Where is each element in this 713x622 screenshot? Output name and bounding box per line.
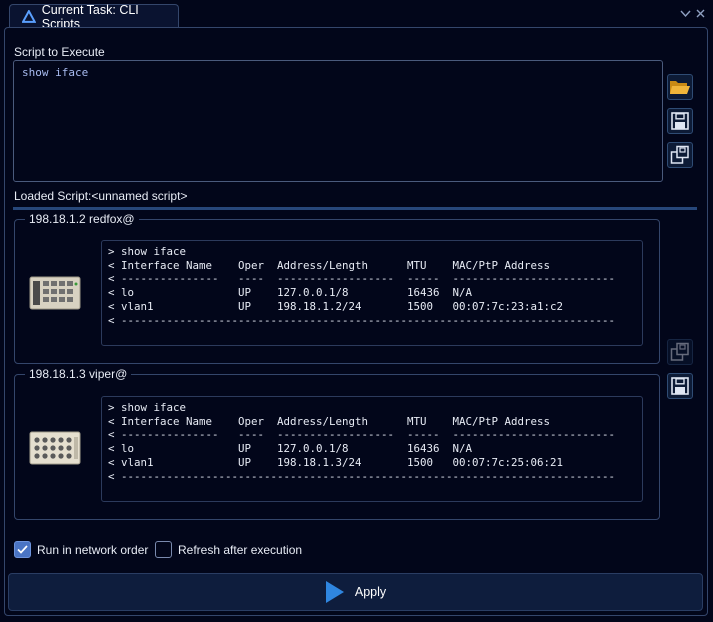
device-title: 198.18.1.2 redfox@ [25,212,139,226]
terminal-line: < --------------------------------------… [108,469,616,483]
save-as-output-button[interactable] [667,339,693,365]
terminal-line: < Interface Name Oper Address/Length MTU… [108,414,551,428]
run-in-order-checkbox[interactable] [14,541,31,558]
device-title: 198.18.1.3 viper@ [25,367,132,381]
save-output-button[interactable] [667,373,693,399]
switch-device-icon [29,431,81,465]
terminal-line: < Interface Name Oper Address/Length MTU… [108,258,551,272]
device-panel-viper: 198.18.1.3 viper@ > show iface < Interfa… [14,367,660,520]
terminal-line: < lo UP 127.0.0.1/8 16436 N/A [108,442,473,456]
terminal-line: > show iface [108,401,187,414]
refresh-after-checkbox[interactable] [155,541,172,558]
terminal-output: > show iface < Interface Name Oper Addre… [101,240,643,346]
refresh-after-option[interactable]: Refresh after execution [155,541,302,558]
app-logo-icon [22,9,36,23]
apply-label: Apply [354,585,387,599]
run-in-order-label[interactable]: Run in network order [37,543,148,557]
script-label: Script to Execute [14,45,105,59]
save-icon [671,112,689,130]
terminal-output: > show iface < Interface Name Oper Addre… [101,396,643,502]
terminal-line: < --------------- ---- -----------------… [108,428,616,442]
save-as-icon [670,145,689,164]
switch-device-icon [29,276,81,310]
refresh-after-label[interactable]: Refresh after execution [178,543,302,557]
section-divider [13,207,697,210]
terminal-line: > show iface [108,245,187,258]
terminal-line: < --------------- ---- -----------------… [108,272,616,286]
script-input[interactable] [13,60,663,182]
open-script-button[interactable] [667,74,693,100]
chevron-down-icon[interactable] [680,9,691,21]
play-icon [325,581,344,603]
save-script-button[interactable] [667,108,693,134]
loaded-script-info: Loaded Script:<unnamed script> [14,189,187,203]
tab-cli-scripts[interactable]: Current Task: CLI Scripts [9,3,179,31]
save-as-icon [670,342,689,361]
terminal-line: < lo UP 127.0.0.1/8 16436 N/A [108,286,473,300]
terminal-line: < vlan1 UP 198.18.1.3/24 1500 00:07:7c:2… [108,455,564,469]
terminal-line: < vlan1 UP 198.18.1.2/24 1500 00:07:7c:2… [108,299,564,313]
loaded-script-label: Loaded Script: [14,189,92,203]
apply-button[interactable]: Apply [8,573,703,611]
terminal-line: < --------------------------------------… [108,313,616,327]
save-as-script-button[interactable] [667,142,693,168]
run-in-order-option[interactable]: Run in network order [14,541,148,558]
device-panel-redfox: 198.18.1.2 redfox@ > show iface < Interf… [14,212,660,364]
close-icon[interactable] [696,9,705,21]
folder-open-icon [670,81,690,94]
check-icon [17,545,28,554]
save-icon [671,377,689,395]
loaded-script-name: <unnamed script> [91,189,188,203]
